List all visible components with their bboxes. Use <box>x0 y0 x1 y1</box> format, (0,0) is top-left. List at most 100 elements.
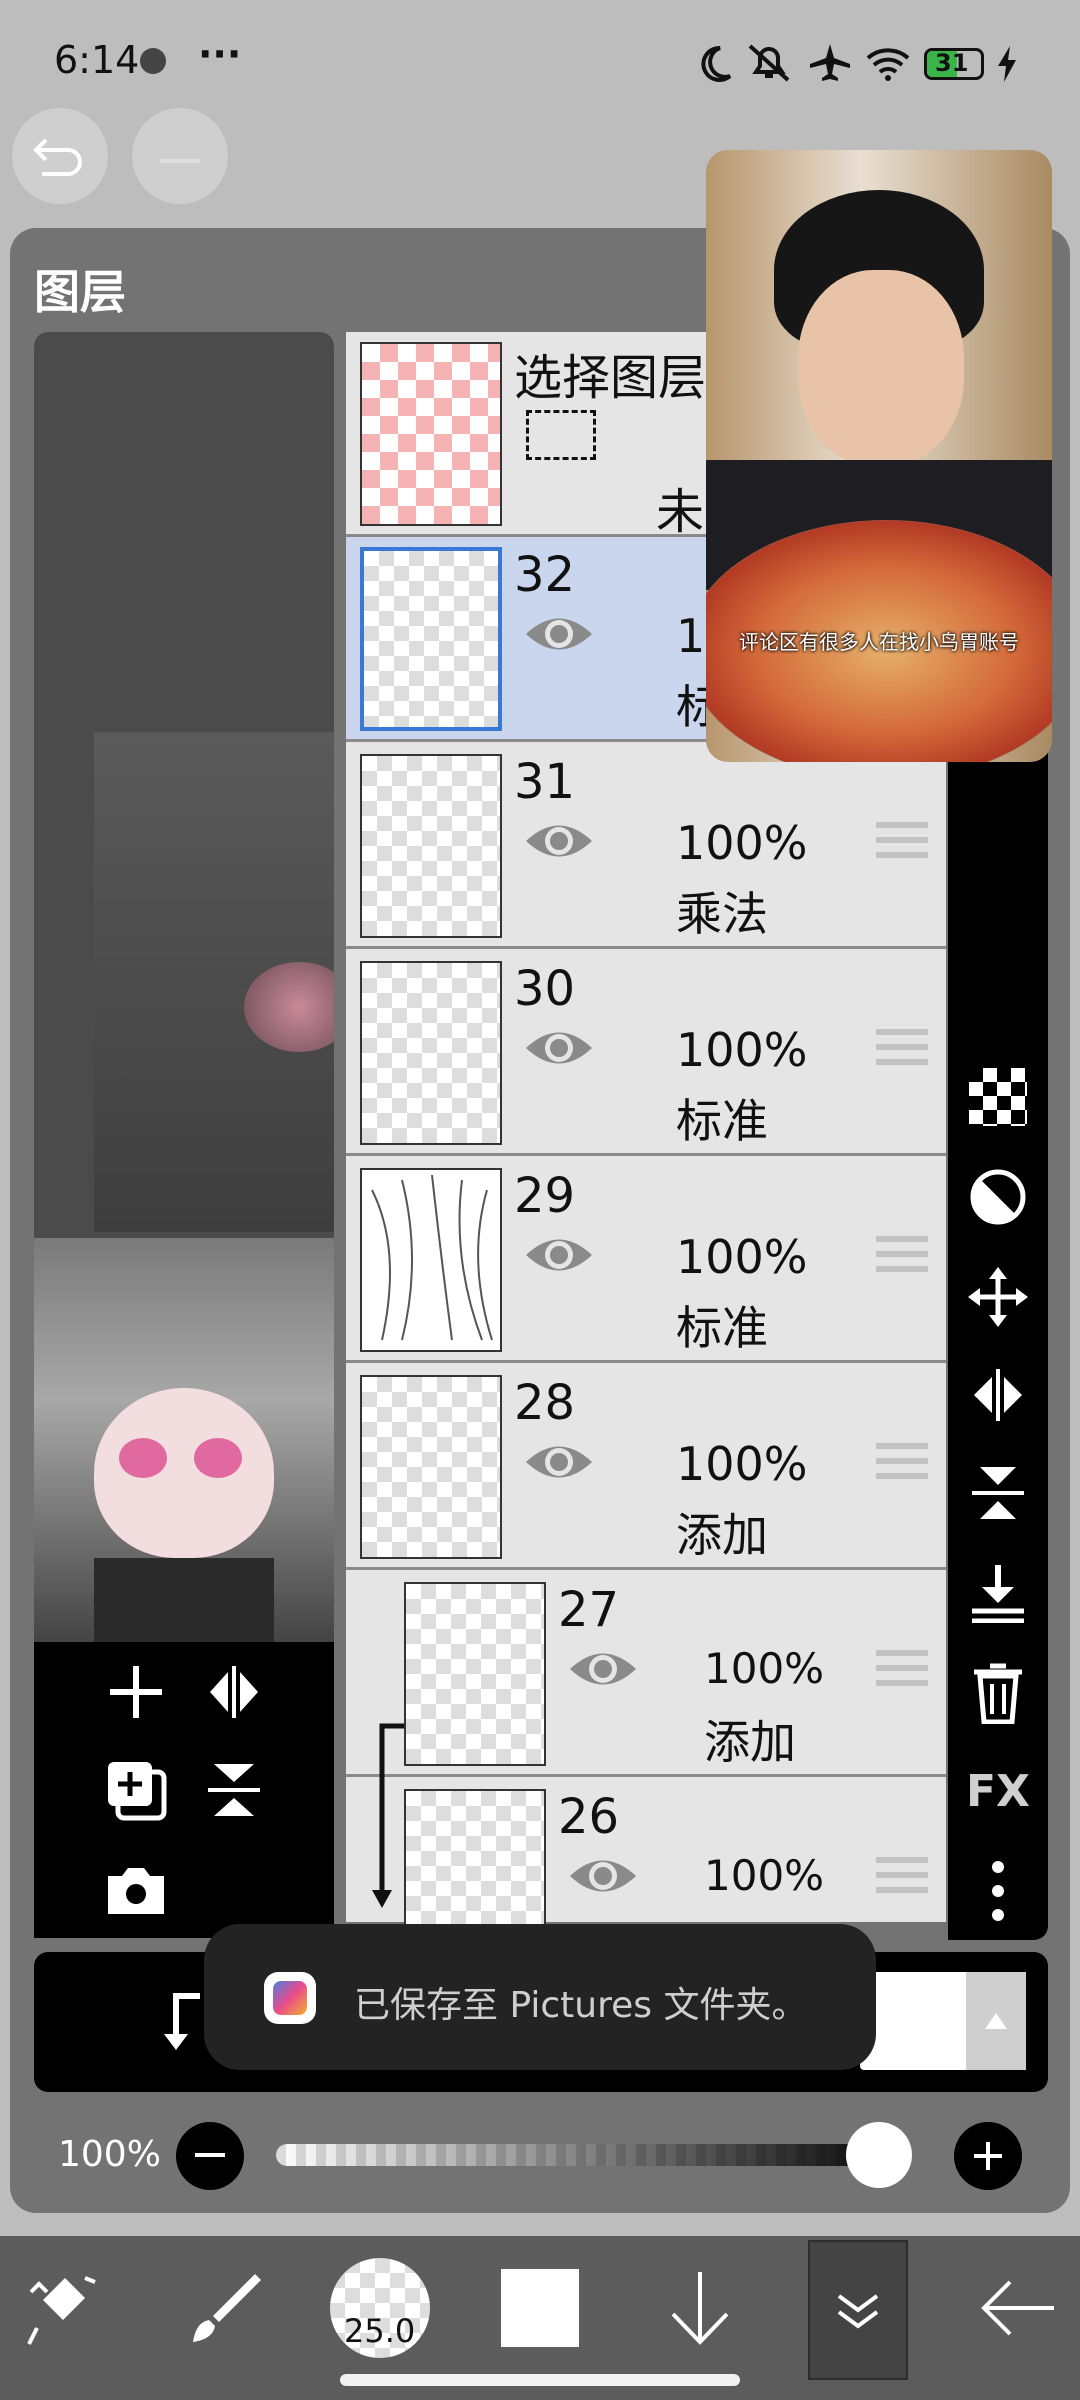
canvas-preview[interactable] <box>34 332 334 1642</box>
selection-marquee-icon <box>526 410 596 460</box>
brush-icon <box>193 2274 261 2342</box>
selection-layer-label: 选择图层 <box>514 350 707 406</box>
flip-vertical-icon <box>208 1764 260 1816</box>
camera-icon <box>108 1868 164 1914</box>
silent-bell-icon <box>748 44 790 82</box>
layer-row-28[interactable]: 28 100% 添加 <box>346 1365 946 1570</box>
flip-horizontal-icon <box>974 1369 1022 1421</box>
swap-tools-icon <box>27 2276 96 2345</box>
visibility-eye-icon[interactable] <box>566 1851 640 1901</box>
current-color-swatch <box>501 2269 579 2347</box>
layer-blend-mode: 标准 <box>676 1301 768 1355</box>
undo-icon <box>33 138 82 176</box>
flip-horizontal-icon <box>210 1666 258 1718</box>
transparency-lock-button[interactable] <box>948 1052 1048 1142</box>
artwork-thumbnail <box>34 1238 334 1642</box>
drag-handle-icon[interactable] <box>876 1029 928 1074</box>
layers-panel-title: 图层 <box>34 265 126 319</box>
redo-button[interactable] <box>132 108 228 204</box>
plus-icon <box>110 1666 162 1718</box>
drag-handle-icon[interactable] <box>876 1236 928 1281</box>
visibility-eye-icon[interactable] <box>522 1023 596 1073</box>
add-layer-copy-button[interactable] <box>96 1750 176 1830</box>
delete-layer-button[interactable] <box>948 1648 1048 1738</box>
layer-thumbnail <box>404 1789 546 1929</box>
opacity-slider-thumb[interactable] <box>846 2122 912 2188</box>
flip-vertical-button[interactable] <box>194 1750 274 1830</box>
layer-row-27[interactable]: 27 100% 添加 <box>346 1572 946 1777</box>
airplane-mode-icon <box>810 44 850 81</box>
layer-row-31[interactable]: 31 100% 乘法 <box>346 744 946 949</box>
flip-horizontal-button[interactable] <box>194 1652 274 1732</box>
visibility-eye-icon[interactable] <box>522 816 596 866</box>
triangle-up-icon <box>985 2013 1007 2029</box>
brush-size-preview: 25.0 <box>330 2258 430 2358</box>
redo-icon <box>160 159 200 163</box>
floating-video-window[interactable]: 评论区有很多人在找小鸟胃账号 <box>706 150 1052 762</box>
layer-blend-mode: 添加 <box>704 1715 796 1769</box>
layer-number: 31 <box>514 754 576 810</box>
visibility-eye-icon[interactable] <box>522 609 596 659</box>
layer-number: 32 <box>514 547 576 603</box>
layer-blend-mode: 标准 <box>676 1094 768 1148</box>
collapse-menu-button[interactable] <box>808 2240 908 2380</box>
visibility-eye-icon[interactable] <box>522 1230 596 1280</box>
layer-row-29[interactable]: 29 100% 标准 <box>346 1158 946 1363</box>
opacity-label: 100% <box>58 2134 161 2175</box>
layer-row-26[interactable]: 26 100% <box>346 1779 946 1929</box>
layer-thumbnail <box>404 1582 546 1766</box>
flip-layer-horizontal-button[interactable] <box>948 1350 1048 1440</box>
merge-down-icon <box>972 1565 1024 1623</box>
layer-opacity: 100% <box>676 1437 808 1491</box>
clipping-arrow-icon <box>372 1723 404 1908</box>
brush-size-button[interactable]: 25.0 <box>328 2248 432 2368</box>
back-button[interactable] <box>968 2248 1068 2368</box>
visibility-eye-icon[interactable] <box>522 1437 596 1487</box>
layer-number: 26 <box>558 1789 620 1845</box>
flip-layer-vertical-button[interactable] <box>948 1448 1048 1538</box>
layer-thumbnail <box>360 547 502 731</box>
merge-down-button[interactable] <box>948 1548 1048 1638</box>
fx-button[interactable]: FX <box>948 1746 1048 1836</box>
layer-number: 30 <box>514 961 576 1017</box>
selection-layer-thumbnail <box>360 342 502 526</box>
transform-eraser-tool-button[interactable] <box>10 2248 120 2368</box>
layer-number: 27 <box>558 1582 620 1638</box>
opacity-decrease-button[interactable] <box>176 2122 244 2190</box>
vertical-dots-icon <box>992 1861 1004 1921</box>
drag-handle-icon[interactable] <box>876 1650 928 1695</box>
brush-size-value: 25.0 <box>344 2312 416 2350</box>
dropdown-arrow-button[interactable] <box>966 1972 1026 2070</box>
charging-bolt-icon <box>998 46 1016 82</box>
visibility-eye-icon[interactable] <box>566 1644 640 1694</box>
more-notifications-icon: ··· <box>198 32 242 76</box>
layer-down-button[interactable] <box>650 2248 750 2368</box>
layer-actions-area <box>34 1642 334 1938</box>
undo-button[interactable] <box>12 108 108 204</box>
dnd-moon-icon <box>701 45 732 82</box>
notification-app-icon <box>140 48 166 74</box>
arrow-down-icon <box>671 2272 729 2345</box>
opacity-slider-track[interactable] <box>276 2144 912 2166</box>
flip-vertical-icon <box>972 1467 1024 1519</box>
blend-mode-select[interactable] <box>860 1972 1026 2070</box>
layer-row-30[interactable]: 30 100% 标准 <box>346 951 946 1156</box>
more-options-button[interactable] <box>948 1846 1048 1936</box>
opacity-increase-button[interactable] <box>954 2122 1022 2190</box>
drag-handle-icon[interactable] <box>876 822 928 867</box>
layer-opacity: 100% <box>704 1851 825 1900</box>
layer-opacity: 100% <box>676 1023 808 1077</box>
drag-handle-icon[interactable] <box>876 1443 928 1488</box>
plus-icon <box>974 2142 1002 2170</box>
add-layer-button[interactable] <box>96 1652 176 1732</box>
double-chevron-down-icon <box>837 2294 879 2329</box>
layer-thumbnail <box>360 961 502 1145</box>
color-picker-button[interactable] <box>490 2248 590 2368</box>
clipping-toggle-button[interactable] <box>948 1152 1048 1242</box>
move-button[interactable] <box>948 1252 1048 1342</box>
camera-button[interactable] <box>96 1850 176 1930</box>
brush-tool-button[interactable] <box>170 2248 280 2368</box>
layer-number: 29 <box>514 1168 576 1224</box>
drag-handle-icon[interactable] <box>876 1857 928 1902</box>
gesture-nav-bar[interactable] <box>340 2374 740 2386</box>
